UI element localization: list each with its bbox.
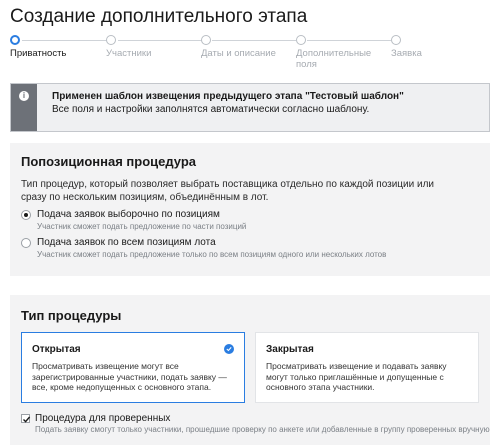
check-circle-icon [224, 344, 234, 354]
section-title: Тип процедуры [21, 308, 122, 323]
checkbox-label: Процедура для проверенных [35, 413, 171, 424]
step-privacy[interactable]: Приватность [10, 35, 66, 59]
stepper: Приватность Участники Даты и описание До… [10, 35, 490, 75]
step-dot-icon [296, 35, 306, 45]
option-description: Просматривать извещение могут все зареги… [32, 361, 227, 392]
step-label: Даты и описание [201, 48, 276, 59]
step-label: Заявка [391, 48, 422, 59]
radio-hint: Участник сможет подать предложение тольк… [37, 250, 387, 259]
info-text: Все поля и настройки заполнятся автомати… [52, 104, 370, 115]
checkbox-hint: Подать заявку смогут только участники, п… [35, 425, 490, 434]
step-dot-icon [201, 35, 211, 45]
radio-checked-icon[interactable] [21, 210, 31, 220]
radio-label: Подача заявок по всем позициям лота [37, 237, 216, 248]
step-label: Участники [106, 48, 152, 59]
option-title: Закрытая [266, 344, 314, 355]
step-dot-icon [106, 35, 116, 45]
procedure-type-closed[interactable]: Закрытая Просматривать извещение и подав… [255, 332, 479, 403]
step-dot-icon [10, 35, 20, 45]
step-label: Приватность [10, 48, 67, 59]
template-info-banner: i Применен шаблон извещения предыдущего … [10, 83, 490, 132]
step-dates[interactable]: Даты и описание [201, 35, 276, 59]
procedure-type-card: Тип процедуры Открытая Просматривать изв… [10, 295, 490, 445]
step-participants[interactable]: Участники [106, 35, 151, 59]
info-icon: i [19, 91, 29, 101]
option-description: Просматривать извещение и подавать заявк… [266, 361, 447, 392]
page-title: Создание дополнительного этапа [10, 6, 308, 27]
radio-unchecked-icon[interactable] [21, 238, 31, 248]
step-application[interactable]: Заявка [391, 35, 422, 59]
info-bar: i [11, 84, 37, 131]
step-extra-fields[interactable]: Дополнительные поля [296, 35, 371, 70]
info-title: Применен шаблон извещения предыдущего эт… [52, 91, 404, 102]
step-label: Дополнительные поля [296, 48, 372, 70]
procedure-type-open[interactable]: Открытая Просматривать извещение могут в… [21, 332, 245, 403]
radio-label: Подача заявок выборочно по позициям [37, 209, 220, 220]
checkbox-checked-icon[interactable] [21, 414, 31, 423]
positional-procedure-card: Попозиционная процедура Тип процедур, ко… [10, 143, 490, 276]
step-dot-icon [391, 35, 401, 45]
section-description: Тип процедур, который позволяет выбрать … [21, 179, 434, 203]
option-title: Открытая [32, 344, 81, 355]
radio-hint: Участник сможет подать предложение по ча… [37, 222, 247, 231]
section-title: Попозиционная процедура [21, 154, 197, 169]
